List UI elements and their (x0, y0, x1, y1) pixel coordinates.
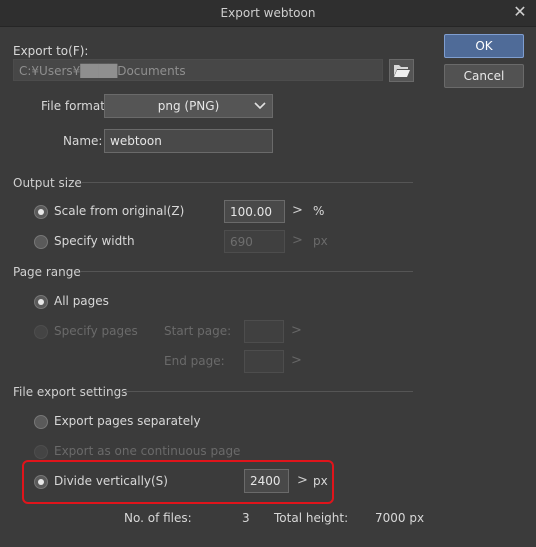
end-page-label: End page: (164, 354, 225, 368)
file-export-heading: File export settings (13, 385, 128, 399)
chevron-down-icon (254, 95, 266, 124)
file-format-value: png (PNG) (157, 99, 220, 113)
specify-width-label: Specify width (54, 234, 135, 248)
export-continuous-radio[interactable] (34, 445, 48, 459)
all-pages-label: All pages (54, 294, 109, 308)
files-count-label: No. of files: (124, 511, 192, 525)
specify-width-radio[interactable] (34, 235, 48, 249)
folder-open-icon (394, 65, 410, 77)
start-page-label: Start page: (164, 324, 232, 338)
chevron-right-icon[interactable]: > (292, 203, 303, 218)
start-page-input[interactable] (244, 320, 284, 343)
file-format-label: File format: (41, 99, 109, 113)
files-count-value: 3 (242, 511, 250, 525)
total-height-value: 7000 px (375, 511, 425, 525)
file-format-select[interactable]: png (PNG) (104, 94, 273, 118)
scale-unit: % (313, 204, 325, 218)
chevron-right-icon[interactable]: > (291, 353, 302, 368)
end-page-input[interactable] (244, 350, 284, 373)
name-label: Name: (63, 134, 103, 148)
window-title: Export webtoon (220, 6, 316, 20)
browse-folder-button[interactable] (389, 59, 414, 82)
chevron-right-icon[interactable]: > (291, 323, 302, 338)
specify-pages-label: Specify pages (54, 324, 138, 338)
divider (121, 391, 413, 392)
scale-from-original-label: Scale from original(Z) (54, 204, 185, 218)
output-size-heading: Output size (13, 176, 82, 190)
divider (82, 182, 413, 183)
width-input[interactable]: 690 (224, 230, 285, 253)
name-input[interactable]: webtoon (104, 129, 273, 153)
scale-from-original-radio[interactable] (34, 205, 48, 219)
total-height-label: Total height: (274, 511, 349, 525)
all-pages-radio[interactable] (34, 295, 48, 309)
cancel-button[interactable]: Cancel (444, 64, 524, 88)
ok-button[interactable]: OK (444, 34, 524, 58)
export-path-field[interactable]: C:¥Users¥████Documents (13, 59, 383, 81)
close-icon[interactable]: ✕ (510, 2, 530, 22)
export-to-label: Export to(F): (13, 44, 89, 58)
export-separately-radio[interactable] (34, 415, 48, 429)
title-bar: Export webtoon ✕ (0, 0, 536, 27)
divider (80, 271, 413, 272)
specify-pages-radio[interactable] (34, 325, 48, 339)
export-continuous-label: Export as one continuous page (54, 444, 241, 458)
highlight-annotation (22, 460, 334, 504)
page-range-heading: Page range (13, 265, 81, 279)
chevron-right-icon[interactable]: > (292, 233, 303, 248)
scale-input[interactable]: 100.00 (224, 200, 285, 223)
export-separately-label: Export pages separately (54, 414, 201, 428)
width-unit: px (313, 234, 328, 248)
